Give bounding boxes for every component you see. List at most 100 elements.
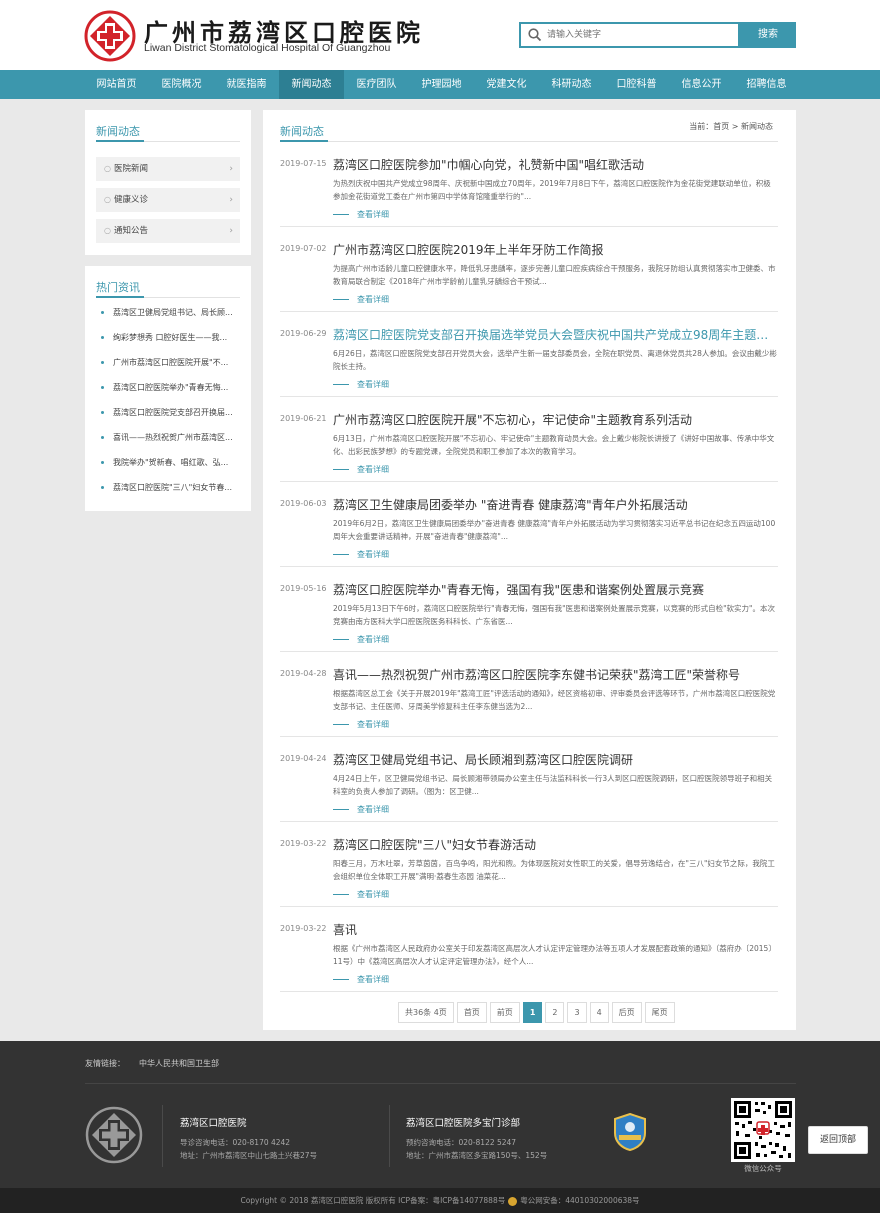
dash-line-icon: [333, 979, 349, 980]
hot-news-label: 荔湾区口腔医院举办"青春无悔...: [113, 383, 229, 392]
read-more-link[interactable]: 查看详细: [333, 719, 389, 730]
news-item: 2019-07-02 广州市荔湾区口腔医院2019年上半年牙防工作简报 为提高广州市…: [280, 236, 778, 312]
footer-hospital-phone: 导诊咨询电话：020-8170 4242: [180, 1138, 291, 1147]
hot-news-item[interactable]: 荔湾区口腔医院"三八"妇女节春...: [98, 481, 243, 495]
copyright-text: Copyright © 2018 荔湾区口腔医院 版权所有 ICP备案：粤ICP…: [240, 1196, 506, 1205]
nav-item[interactable]: 新闻动态: [279, 70, 344, 99]
pager-page[interactable]: 1: [522, 1002, 543, 1023]
news-title-link[interactable]: 喜讯: [333, 921, 778, 938]
news-title-link[interactable]: 荔湾区卫生健康局团委举办 "奋进青春 健康荔湾"青年户外拓展活动: [333, 496, 778, 513]
dash-line-icon: [333, 894, 349, 895]
friend-link[interactable]: 中华人民共和国卫生部: [139, 1059, 219, 1068]
hot-news-item[interactable]: 荔湾区卫健局党组书记、局长顾...: [98, 306, 243, 320]
hot-news-item[interactable]: 荔湾区口腔医院举办"青春无悔...: [98, 381, 243, 395]
read-more-link[interactable]: 查看详细: [333, 889, 389, 900]
read-more-label: 查看详细: [357, 550, 389, 559]
nav-item[interactable]: 招聘信息: [734, 70, 799, 99]
sidebar-item[interactable]: ○ 通知公告 ›: [96, 219, 240, 243]
dash-line-icon: [333, 384, 349, 385]
gov-badge-icon[interactable]: [613, 1113, 647, 1151]
news-summary: 阳春三月，万木吐翠，芳草茵茵，百鸟争鸣，阳光和煦。为体现医院对女性职工的关爱，倡…: [333, 859, 775, 881]
dash-line-icon: [333, 809, 349, 810]
search-box: [519, 22, 740, 48]
dash-line-icon: [333, 214, 349, 215]
news-item: 2019-03-22 荔湾区口腔医院"三八"妇女节春游活动 阳春三月，万木吐翠，芳草…: [280, 831, 778, 907]
nav-item[interactable]: 医院概况: [149, 70, 214, 99]
read-more-link[interactable]: 查看详细: [333, 294, 389, 305]
back-to-top-button[interactable]: 返回顶部: [808, 1126, 868, 1154]
news-title-link[interactable]: 广州市荔湾区口腔医院开展"不忘初心，牢记使命"主题教育系列活动: [333, 411, 778, 428]
search-bar: 搜索: [519, 22, 796, 48]
news-date: 2019-06-29: [280, 329, 327, 338]
hot-news-label: 广州市荔湾区口腔医院开展"不...: [113, 358, 229, 367]
news-title-link[interactable]: 荔湾区口腔医院"三八"妇女节春游活动: [333, 836, 778, 853]
read-more-link[interactable]: 查看详细: [333, 634, 389, 645]
nav-items: 网站首页 医院概况 就医指南 新闻动态 医疗团队 护理园地 党建文化 科研动态 口腔科普 信息公开…: [84, 70, 799, 99]
footer-hospital-name: 荔湾区口腔医院: [180, 1118, 247, 1129]
nav-item[interactable]: 就医指南: [214, 70, 279, 99]
pager-page[interactable]: 3: [567, 1002, 587, 1023]
pager-last[interactable]: 尾页: [644, 1002, 675, 1023]
news-title-link[interactable]: 喜讯——热烈祝贺广州市荔湾区口腔医院李东健书记荣获"荔湾工匠"荣誉称号: [333, 666, 778, 683]
breadcrumb[interactable]: 当前：首页 > 新闻动态: [689, 121, 773, 132]
read-more-link[interactable]: 查看详细: [333, 549, 389, 560]
read-more-label: 查看详细: [357, 295, 389, 304]
nav-item[interactable]: 党建文化: [474, 70, 539, 99]
sidebar-item-label: 医院新闻: [114, 164, 149, 174]
hot-news-label: 荔湾区卫健局党组书记、局长顾...: [113, 308, 233, 317]
news-item: 2019-06-03 荔湾区卫生健康局团委举办 "奋进青春 健康荔湾"青年户外拓展…: [280, 491, 778, 567]
nav-item[interactable]: 科研动态: [539, 70, 604, 99]
news-title-link[interactable]: 荔湾区卫健局党组书记、局长顾湘到荔湾区口腔医院调研: [333, 751, 778, 768]
sidebar-item[interactable]: ○ 医院新闻 ›: [96, 157, 240, 181]
read-more-label: 查看详细: [357, 805, 389, 814]
pager-page[interactable]: 4: [589, 1002, 609, 1023]
news-title-link[interactable]: 荔湾区口腔医院参加"巾帼心向党，礼赞新中国"唱红歌活动: [333, 156, 778, 173]
footer-vline: [162, 1105, 163, 1167]
read-more-link[interactable]: 查看详细: [333, 804, 389, 815]
bullet-dot-icon: [101, 436, 104, 439]
footer-branch-phone: 预约咨询电话：020-8122 5247: [406, 1138, 517, 1147]
nav-item[interactable]: 护理园地: [409, 70, 474, 99]
news-title-link[interactable]: 荔湾区口腔医院党支部召开换届选举党员大会暨庆祝中国共产党成立98周年主题党...: [333, 326, 778, 343]
news-item: 2019-06-21 广州市荔湾区口腔医院开展"不忘初心，牢记使命"主题教育系列活…: [280, 406, 778, 482]
hot-news-item[interactable]: 广州市荔湾区口腔医院开展"不...: [98, 356, 243, 370]
pagination: 共36条 4页 首页 前页 1234 后页 尾页: [398, 1002, 678, 1024]
news-title-link[interactable]: 广州市荔湾区口腔医院2019年上半年牙防工作简报: [333, 241, 778, 258]
search-input[interactable]: [547, 27, 737, 43]
nav-item[interactable]: 口腔科普: [604, 70, 669, 99]
chevron-right-icon: ›: [229, 195, 233, 205]
friend-links-label: 友情链接：: [85, 1059, 125, 1068]
pager-page[interactable]: 2: [545, 1002, 565, 1023]
read-more-link[interactable]: 查看详细: [333, 464, 389, 475]
news-item: 2019-06-29 荔湾区口腔医院党支部召开换届选举党员大会暨庆祝中国共产党成立…: [280, 321, 778, 397]
read-more-link[interactable]: 查看详细: [333, 974, 389, 985]
hot-news-item[interactable]: 绚彩梦想秀 口腔好医生——我...: [98, 331, 243, 345]
news-summary: 6月13日，广州市荔湾区口腔医院开展"不忘初心、牢记使命"主题教育动员大会。会上…: [333, 434, 775, 456]
police-record[interactable]: 粤公网安备：44010302000638号: [520, 1196, 639, 1205]
news-title-link[interactable]: 荔湾区口腔医院举办"青春无悔，强国有我"医患和谐案例处置展示竞赛: [333, 581, 778, 598]
sidebar-item[interactable]: ○ 健康义诊 ›: [96, 188, 240, 212]
pager-prev[interactable]: 前页: [489, 1002, 520, 1023]
circle-bullet-icon: ○: [104, 195, 111, 204]
read-more-link[interactable]: 查看详细: [333, 209, 389, 220]
sidebar-title-underline: [96, 140, 144, 142]
logo-english-name: Liwan District Stomatological Hospital O…: [144, 42, 391, 54]
hot-news-item[interactable]: 喜讯——热烈祝贺广州市荔湾区...: [98, 431, 243, 445]
nav-item[interactable]: 信息公开: [669, 70, 734, 99]
news-summary: 4月24日上午，区卫健局党组书记、局长顾湘带领局办公室主任与法监科科长一行3人到…: [333, 774, 773, 796]
pager-summary: 共36条 4页: [398, 1002, 454, 1023]
hot-news-item[interactable]: 我院举办"贺新春、唱红歌、弘...: [98, 456, 243, 470]
pager-first[interactable]: 首页: [456, 1002, 487, 1023]
read-more-link[interactable]: 查看详细: [333, 379, 389, 390]
read-more-label: 查看详细: [357, 720, 389, 729]
search-icon: [528, 28, 542, 42]
hospital-logo-icon[interactable]: [84, 10, 136, 62]
nav-item[interactable]: 医疗团队: [344, 70, 409, 99]
pager-pages: 1234: [522, 1002, 612, 1024]
hot-news-item[interactable]: 荔湾区口腔医院党支部召开换届...: [98, 406, 243, 420]
nav-item[interactable]: 网站首页: [84, 70, 149, 99]
search-button[interactable]: 搜索: [740, 22, 796, 48]
chevron-right-icon: ›: [229, 226, 233, 236]
footer-logo-icon: [85, 1106, 143, 1164]
pager-next[interactable]: 后页: [611, 1002, 642, 1023]
